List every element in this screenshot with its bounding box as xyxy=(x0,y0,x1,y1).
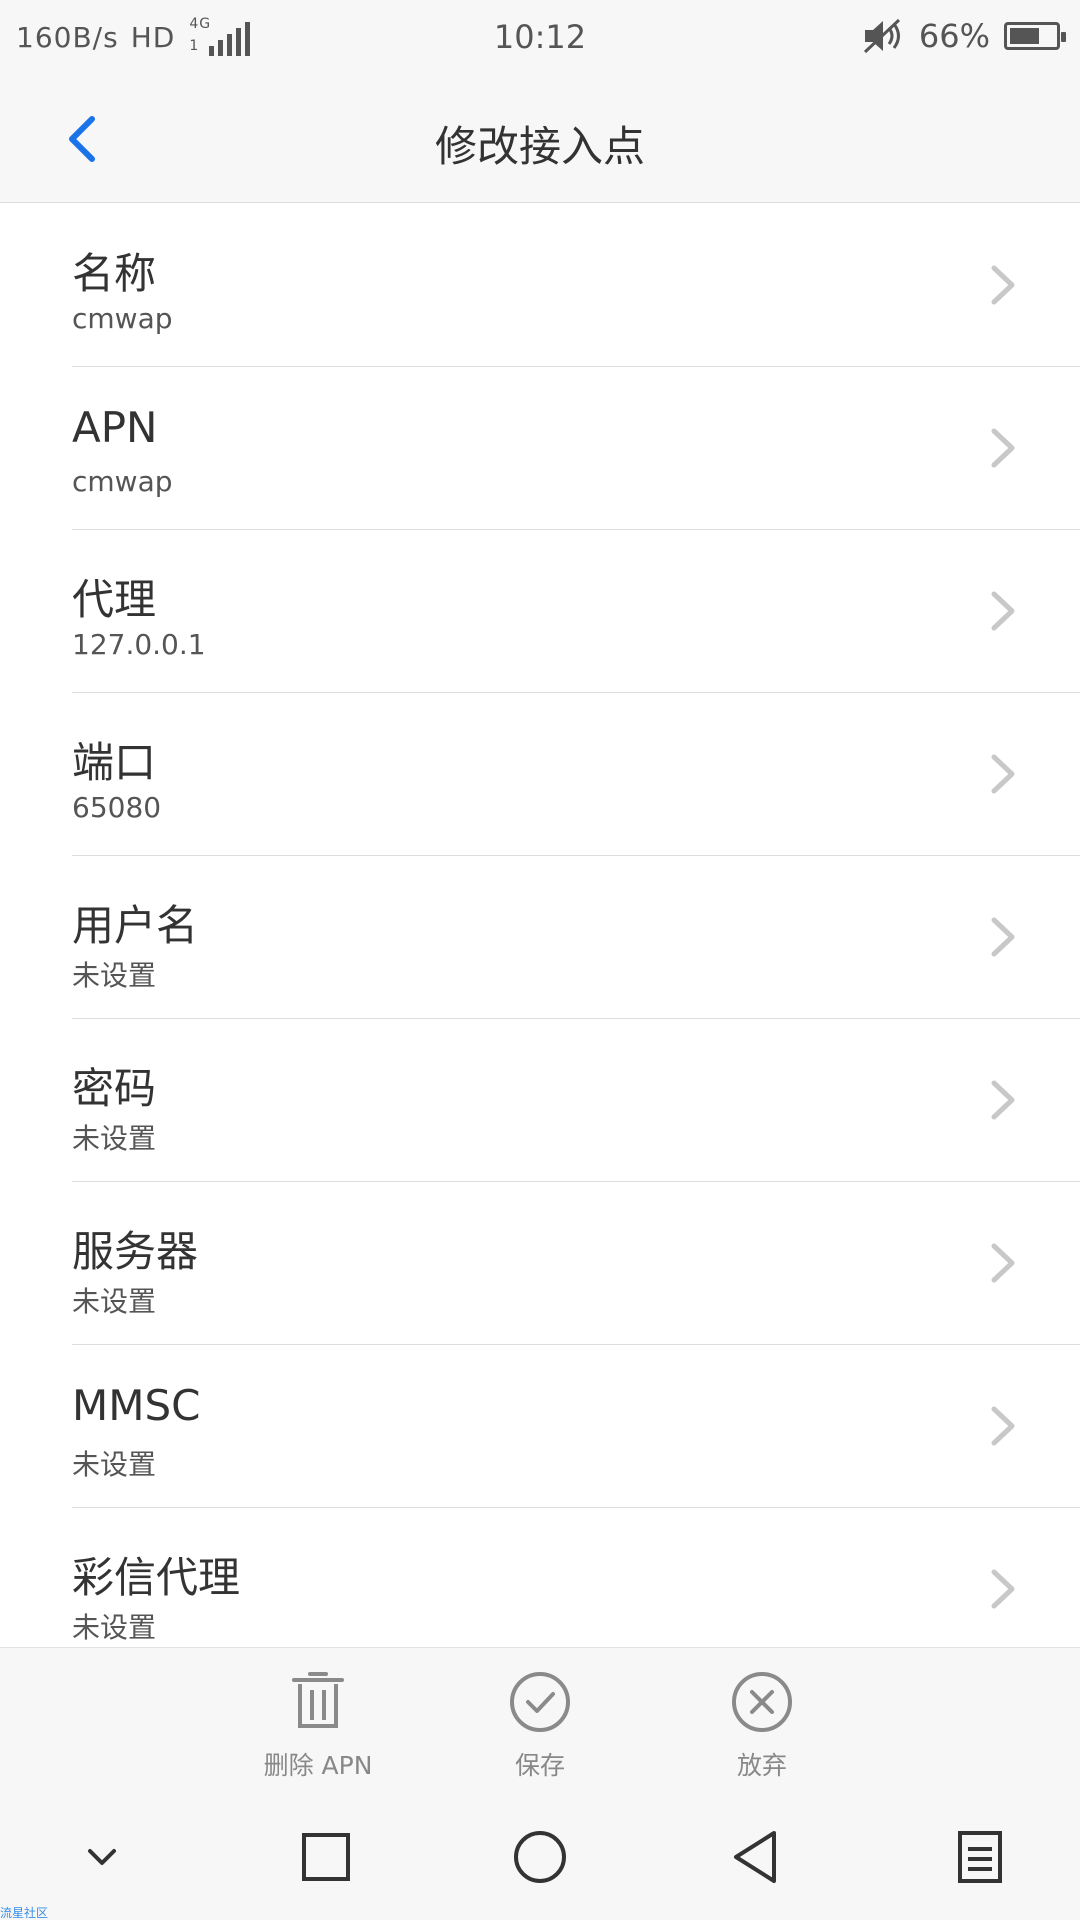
field-label: 端口 xyxy=(72,738,157,787)
chevron-right-icon xyxy=(991,1569,1015,1609)
chevron-right-icon xyxy=(991,591,1015,631)
action-bar: 删除 APN 保存 放弃 xyxy=(0,1647,1080,1797)
save-button[interactable]: 保存 xyxy=(460,1670,620,1782)
field-label: MMSC xyxy=(72,1381,201,1430)
mute-icon xyxy=(863,18,900,54)
field-row-password[interactable]: 密码 未设置 xyxy=(0,1019,1080,1182)
field-value: 65080 xyxy=(72,791,162,824)
back-triangle-icon[interactable] xyxy=(726,1827,786,1887)
trash-icon xyxy=(292,1672,344,1728)
recents-square-icon[interactable] xyxy=(296,1827,356,1887)
delete-apn-button[interactable]: 删除 APN xyxy=(238,1670,398,1782)
field-label: 服务器 xyxy=(72,1227,199,1276)
status-bar: 160B/s HD 4G 1 10:12 66% xyxy=(0,0,1080,75)
field-label: 彩信代理 xyxy=(72,1553,241,1602)
field-label: 用户名 xyxy=(72,901,199,950)
battery-fill xyxy=(1010,28,1039,44)
chevron-right-icon xyxy=(991,1406,1015,1446)
field-label: 名称 xyxy=(72,249,157,298)
field-value: 未设置 xyxy=(72,1122,157,1155)
field-label: 代理 xyxy=(72,575,157,624)
collapse-chevron-icon[interactable] xyxy=(72,1827,132,1887)
close-circle-icon xyxy=(732,1672,792,1732)
system-nav-bar xyxy=(0,1797,1080,1920)
field-value: cmwap xyxy=(72,302,173,335)
field-row-username[interactable]: 用户名 未设置 xyxy=(0,856,1080,1019)
field-label: 密码 xyxy=(72,1064,157,1113)
watermark: 流星社区 xyxy=(0,1906,49,1920)
home-circle-icon[interactable] xyxy=(510,1827,570,1887)
chevron-right-icon xyxy=(991,917,1015,957)
battery-icon xyxy=(1004,22,1066,50)
app-header: 修改接入点 xyxy=(0,75,1080,203)
chevron-right-icon xyxy=(991,265,1015,305)
chevron-right-icon xyxy=(991,428,1015,468)
field-value: 未设置 xyxy=(72,1611,157,1644)
field-value: 未设置 xyxy=(72,1448,157,1481)
discard-label: 放弃 xyxy=(736,1751,787,1780)
delete-apn-label: 删除 APN xyxy=(263,1751,373,1780)
field-label: APN xyxy=(72,403,158,452)
field-row-port[interactable]: 端口 65080 xyxy=(0,693,1080,856)
field-row-apn[interactable]: APN cmwap xyxy=(0,367,1080,530)
chevron-right-icon xyxy=(991,1243,1015,1283)
page-title: 修改接入点 xyxy=(434,122,645,171)
status-right: 66% xyxy=(861,16,1066,56)
discard-button[interactable]: 放弃 xyxy=(682,1670,842,1782)
field-value: 未设置 xyxy=(72,1285,157,1318)
chevron-right-icon xyxy=(991,1080,1015,1120)
field-value: 127.0.0.1 xyxy=(72,628,206,661)
save-label: 保存 xyxy=(514,1751,565,1780)
field-value: cmwap xyxy=(72,465,173,498)
field-row-server[interactable]: 服务器 未设置 xyxy=(0,1182,1080,1345)
menu-icon[interactable] xyxy=(950,1827,1010,1887)
check-circle-icon xyxy=(510,1672,570,1732)
battery-nub xyxy=(1061,32,1066,42)
apn-field-list: 名称 cmwap APN cmwap 代理 127.0.0.1 端口 65080… xyxy=(0,204,1080,1671)
apn-edit-screen: 160B/s HD 4G 1 10:12 66% 修改接入点 名称 cmwap … xyxy=(0,0,1080,1920)
field-row-mmsc[interactable]: MMSC 未设置 xyxy=(0,1345,1080,1508)
battery-percent: 66% xyxy=(918,17,990,55)
field-row-proxy[interactable]: 代理 127.0.0.1 xyxy=(0,530,1080,693)
chevron-right-icon xyxy=(991,754,1015,794)
field-value: 未设置 xyxy=(72,959,157,992)
field-row-name[interactable]: 名称 cmwap xyxy=(0,204,1080,367)
